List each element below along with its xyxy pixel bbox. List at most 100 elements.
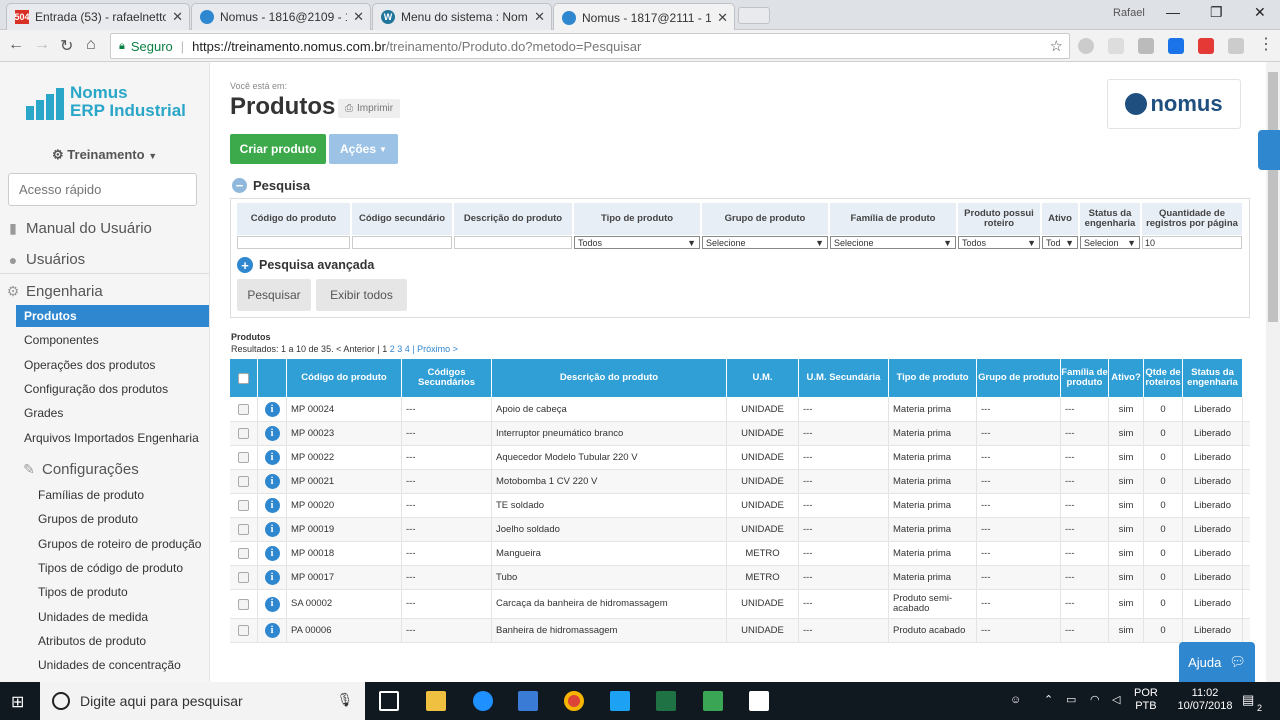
sidebar-item-concentracao[interactable]: Unidades de concentração bbox=[38, 658, 181, 672]
active-select[interactable]: Tod ▼ bbox=[1042, 236, 1078, 249]
extension-icon[interactable] bbox=[1078, 38, 1094, 54]
select-all-checkbox[interactable] bbox=[238, 372, 249, 384]
info-icon[interactable]: i bbox=[264, 402, 280, 417]
scrollbar-thumb[interactable] bbox=[1268, 72, 1278, 322]
row-checkbox[interactable] bbox=[238, 452, 249, 463]
table-row[interactable]: i MP 00018 --- Mangueira METRO --- Materia pri… bbox=[230, 542, 1250, 566]
page-2-link[interactable]: 2 bbox=[390, 344, 395, 354]
row-checkbox[interactable] bbox=[238, 598, 249, 610]
extension-icon[interactable] bbox=[1108, 38, 1124, 54]
extension-icon[interactable] bbox=[1228, 38, 1244, 54]
table-row[interactable]: i MP 00023 --- Interruptor pneumático branc… bbox=[230, 422, 1250, 446]
nomus-logo[interactable]: Nomus ERP Industrial bbox=[26, 84, 186, 120]
table-row[interactable]: i MP 00017 --- Tubo METRO --- Materia prima ---… bbox=[230, 566, 1250, 590]
sidebar-item-produtos[interactable]: Produtos bbox=[16, 305, 209, 327]
table-row[interactable]: i MP 00020 --- TE soldado UNIDADE --- Materia … bbox=[230, 494, 1250, 518]
chrome-icon[interactable] bbox=[564, 691, 584, 711]
row-checkbox[interactable] bbox=[238, 404, 249, 415]
clock[interactable]: 11:02 10/07/2018 bbox=[1170, 687, 1240, 713]
info-icon[interactable]: i bbox=[264, 426, 280, 441]
row-checkbox[interactable] bbox=[238, 572, 249, 583]
sidebar-item-atributos[interactable]: Atributos de produto bbox=[38, 634, 146, 648]
info-icon[interactable]: i bbox=[264, 450, 280, 465]
sidebar-item-arquivos[interactable]: Arquivos Importados Engenharia bbox=[16, 427, 209, 449]
menu-engineering[interactable]: ⚙ Engenharia bbox=[0, 283, 209, 300]
edge-icon[interactable] bbox=[473, 691, 493, 711]
column-header[interactable]: Descrição do produto bbox=[492, 359, 727, 397]
sidebar-item-operacoes[interactable]: Operações dos produtos bbox=[16, 354, 209, 376]
row-checkbox[interactable] bbox=[238, 524, 249, 535]
column-header[interactable]: Grupo de produto bbox=[977, 359, 1061, 397]
minimize-icon[interactable]: — bbox=[1166, 4, 1180, 20]
actions-button[interactable]: Ações ▼ bbox=[329, 134, 398, 164]
notifications-icon[interactable]: ▤ bbox=[1242, 693, 1254, 706]
search-section-toggle[interactable]: − Pesquisa bbox=[232, 178, 310, 193]
page-size-input[interactable]: 10 bbox=[1142, 236, 1242, 249]
column-header[interactable]: U.M. Secundária bbox=[799, 359, 889, 397]
product-family-select[interactable]: Selecione ▼ bbox=[830, 236, 956, 249]
row-checkbox[interactable] bbox=[238, 428, 249, 439]
new-tab-button[interactable] bbox=[738, 7, 770, 24]
table-row[interactable]: i MP 00022 --- Aquecedor Modelo Tubular 220… bbox=[230, 446, 1250, 470]
back-icon[interactable]: ← bbox=[8, 36, 24, 54]
page-4-link[interactable]: 4 bbox=[405, 344, 410, 354]
row-checkbox[interactable] bbox=[238, 500, 249, 511]
menu-kebab-icon[interactable]: ⋮ bbox=[1258, 34, 1274, 54]
environment-selector[interactable]: ⚙ Treinamento ▼ bbox=[52, 147, 157, 163]
search-button[interactable]: Pesquisar bbox=[237, 279, 311, 311]
people-icon[interactable]: ☺ bbox=[1010, 694, 1021, 707]
close-icon[interactable]: ✕ bbox=[353, 9, 364, 25]
quick-access-input[interactable] bbox=[8, 173, 197, 206]
store-icon[interactable] bbox=[518, 691, 538, 711]
extension-icon[interactable] bbox=[1138, 38, 1154, 54]
close-icon[interactable]: ✕ bbox=[717, 10, 728, 26]
network-icon[interactable]: ▭ bbox=[1066, 694, 1076, 707]
sidebar-item-familias[interactable]: Famílias de produto bbox=[38, 488, 144, 502]
sidebar-item-tipos-produto[interactable]: Tipos de produto bbox=[38, 585, 128, 599]
file-explorer-icon[interactable] bbox=[426, 691, 446, 711]
excel-icon[interactable] bbox=[656, 691, 676, 711]
description-input[interactable] bbox=[454, 236, 572, 249]
column-header[interactable]: Status da engenharia bbox=[1183, 359, 1243, 397]
tab-nomus-1817[interactable]: Nomus - 1817@2111 - 1 ✕ bbox=[553, 3, 735, 31]
tray-chevron-icon[interactable]: ⌃ bbox=[1044, 694, 1053, 707]
sidebar-item-grupos-roteiro[interactable]: Grupos de roteiro de produção bbox=[38, 537, 201, 551]
sidebar-item-unidades[interactable]: Unidades de medida bbox=[38, 610, 148, 624]
volume-icon[interactable]: ◁ bbox=[1112, 694, 1120, 707]
microphone-icon[interactable]: 🎙︎ bbox=[336, 692, 353, 708]
has-route-select[interactable]: Todos ▼ bbox=[958, 236, 1040, 249]
extension-icon[interactable] bbox=[1198, 38, 1214, 54]
column-header[interactable]: Tipo de produto bbox=[889, 359, 977, 397]
next-page-link[interactable]: | Próximo > bbox=[412, 344, 458, 354]
info-icon[interactable]: i bbox=[264, 474, 280, 489]
menu-manual[interactable]: ▮ Manual do Usuário bbox=[0, 220, 209, 237]
maximize-icon[interactable]: ❐ bbox=[1210, 4, 1223, 21]
table-row[interactable]: i PA 00006 --- Banheira de hidromassagem UNI… bbox=[230, 619, 1250, 643]
sidebar-item-grades[interactable]: Grades bbox=[16, 402, 209, 424]
menu-settings[interactable]: ✎ Configurações bbox=[16, 461, 209, 478]
menu-users[interactable]: ● Usuários bbox=[0, 251, 209, 268]
product-group-select[interactable]: Selecione ▼ bbox=[702, 236, 828, 249]
close-icon[interactable]: ✕ bbox=[534, 9, 545, 25]
info-icon[interactable]: i bbox=[264, 498, 280, 513]
home-icon[interactable]: ⌂ bbox=[86, 36, 96, 54]
info-icon[interactable]: i bbox=[264, 596, 280, 612]
camtasia-recorder-icon[interactable] bbox=[749, 691, 769, 711]
bookmark-star-icon[interactable]: ☆ bbox=[1050, 37, 1063, 55]
info-icon[interactable]: i bbox=[264, 623, 280, 638]
tab-menu-sistema[interactable]: W Menu do sistema : Nomu ✕ bbox=[372, 3, 552, 30]
task-view-icon[interactable] bbox=[379, 691, 399, 711]
help-button[interactable]: Ajuda 💬︎ bbox=[1179, 642, 1255, 682]
camtasia-icon[interactable] bbox=[703, 691, 723, 711]
teamviewer-icon[interactable] bbox=[610, 691, 630, 711]
column-header[interactable]: Ativo? bbox=[1109, 359, 1144, 397]
table-row[interactable]: i SA 00002 --- Carcaça da banheira de hidro… bbox=[230, 590, 1250, 619]
sidebar-item-grupos[interactable]: Grupos de produto bbox=[38, 512, 138, 526]
language-indicator[interactable]: POR PTB bbox=[1134, 687, 1158, 713]
info-icon[interactable]: i bbox=[264, 546, 280, 561]
table-row[interactable]: i MP 00024 --- Apoio de cabeça UNIDADE --- Mat… bbox=[230, 398, 1250, 422]
tab-nomus-1816[interactable]: Nomus - 1816@2109 - 1 ✕ bbox=[191, 3, 371, 30]
row-checkbox[interactable] bbox=[238, 625, 249, 636]
page-3-link[interactable]: 3 bbox=[397, 344, 402, 354]
close-icon[interactable]: ✕ bbox=[172, 9, 183, 25]
